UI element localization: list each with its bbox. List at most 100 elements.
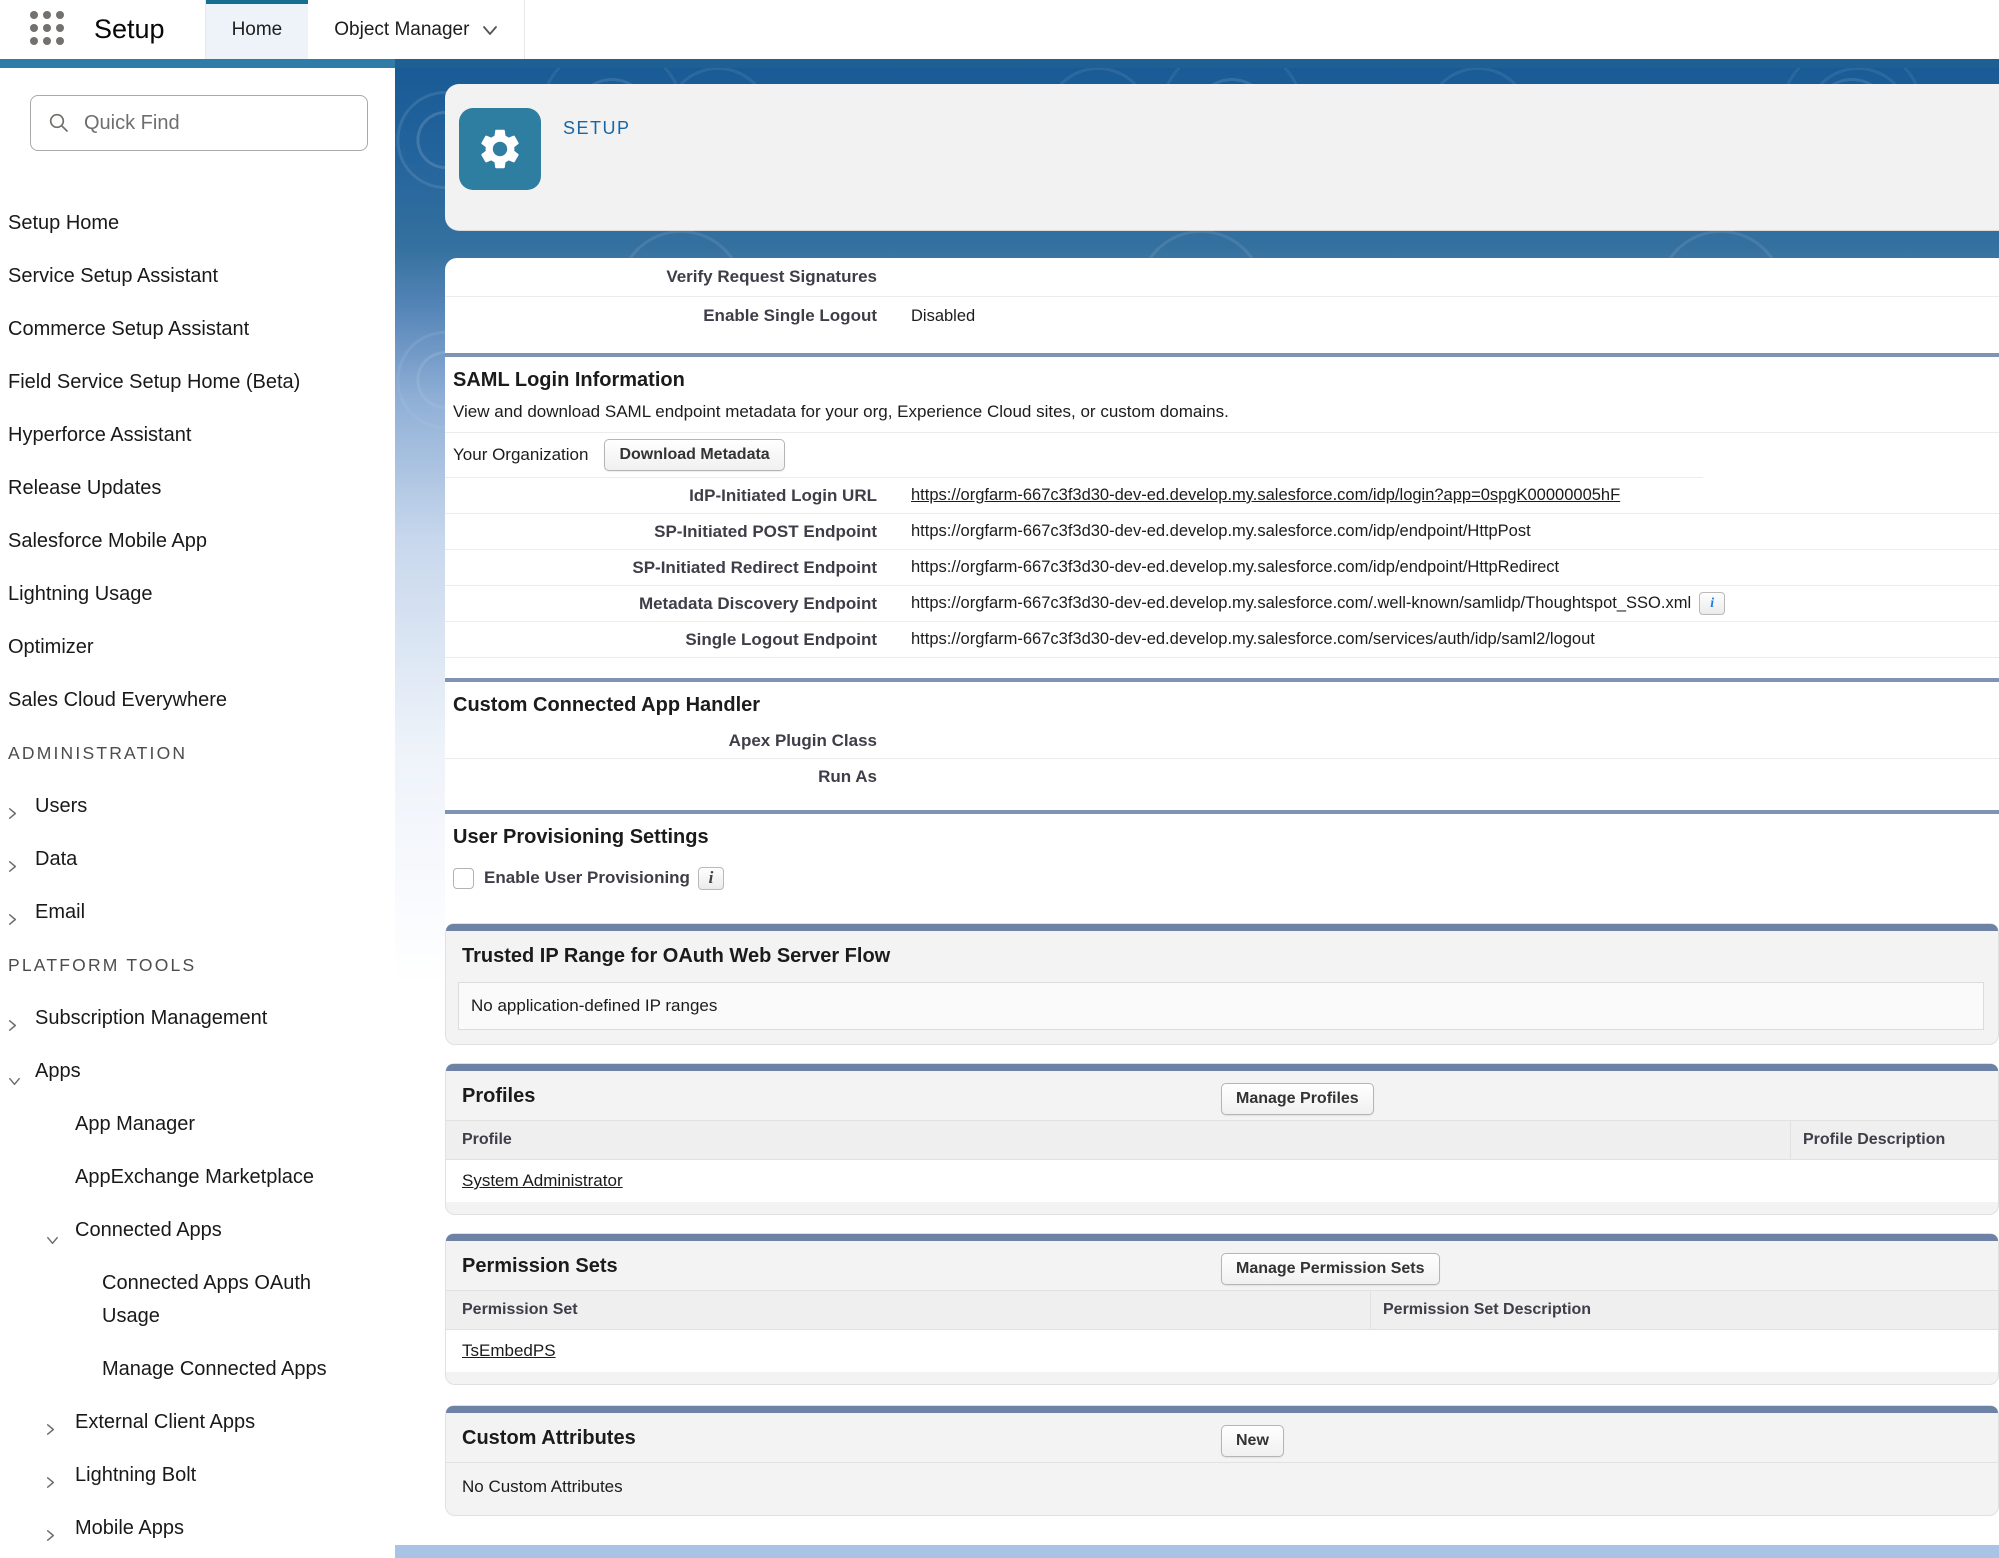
enable-user-provisioning-checkbox[interactable] [453, 868, 474, 889]
sidebar-item[interactable]: Release Updates [0, 472, 395, 505]
endpoint-url[interactable]: https://orgfarm-667c3f3d30-dev-ed.develo… [911, 594, 1691, 613]
sidebar-item[interactable]: Users [0, 790, 395, 823]
saml-endpoint-table: IdP-Initiated Login URL https://orgfarm-… [445, 478, 1999, 658]
sidebar-item-label: Connected Apps [75, 1219, 222, 1241]
your-organization-row: Your Organization Download Metadata [453, 433, 1999, 477]
sidebar-item-label: Commerce Setup Assistant [8, 318, 249, 340]
sidebar-item-label: Lightning Bolt [75, 1464, 196, 1486]
sidebar-item[interactable]: Setup Home [0, 207, 395, 240]
manage-profiles-button[interactable]: Manage Profiles [1221, 1083, 1374, 1115]
sidebar-item-label: Sales Cloud Everywhere [8, 689, 227, 711]
sidebar-item-label: PLATFORM TOOLS [8, 955, 196, 975]
sidebar-item-label: Service Setup Assistant [8, 265, 218, 287]
header-accent-strip [0, 59, 1999, 68]
sidebar-item[interactable]: Lightning Usage [0, 578, 395, 611]
sidebar-item[interactable]: External Client Apps [0, 1406, 395, 1439]
sidebar-item[interactable]: Field Service Setup Home (Beta) [0, 366, 395, 399]
sidebar-item-label: Lightning Usage [8, 583, 153, 605]
manage-permission-sets-button[interactable]: Manage Permission Sets [1221, 1253, 1440, 1285]
sidebar-item-label: Apps [35, 1060, 81, 1082]
sidebar-item[interactable]: Sales Cloud Everywhere [0, 684, 395, 717]
custom-attributes-empty-text: No Custom Attributes [446, 1462, 1998, 1515]
table-row: System Administrator [446, 1160, 1998, 1202]
sidebar-item-label: Release Updates [8, 477, 161, 499]
sidebar-item[interactable]: Data [0, 843, 395, 876]
sidebar-section-header: PLATFORM TOOLS [0, 949, 395, 982]
sidebar-item[interactable]: Connected Apps [0, 1214, 395, 1247]
sidebar-item-label: Optimizer [8, 636, 94, 658]
sso-settings-rows: Verify Request Signatures Enable Single … [445, 258, 1999, 335]
saml-endpoint-row: SP-Initiated POST Endpoint https://orgfa… [445, 514, 1999, 550]
endpoint-url[interactable]: https://orgfarm-667c3f3d30-dev-ed.develo… [911, 522, 1531, 541]
sidebar-item-label: AppExchange Marketplace [75, 1166, 314, 1188]
search-icon [48, 112, 70, 134]
app-launcher-icon[interactable] [30, 11, 68, 49]
sidebar-item[interactable]: Lightning Bolt [0, 1459, 395, 1492]
sidebar-item[interactable]: App Manager [0, 1108, 395, 1141]
trusted-ip-card: Trusted IP Range for OAuth Web Server Fl… [445, 923, 1999, 1045]
sidebar-item-label: App Manager [75, 1113, 195, 1135]
section-divider [445, 810, 1999, 814]
sidebar-item[interactable]: Mobile Apps [0, 1512, 395, 1545]
saml-endpoint-row: Metadata Discovery Endpoint https://orgf… [445, 586, 1999, 622]
sidebar-item-label: Email [35, 901, 85, 923]
your-organization-label: Your Organization [453, 445, 588, 465]
setup-content: SETUP Verify Request Signatures Enable S… [395, 68, 1999, 1558]
tab-object-manager[interactable]: Object Manager [308, 0, 524, 59]
tab-home[interactable]: Home [206, 0, 309, 59]
handler-section-title: Custom Connected App Handler [453, 694, 1999, 717]
sidebar-item[interactable]: Hyperforce Assistant [0, 419, 395, 452]
column-header: Permission Set [446, 1291, 1371, 1329]
chevron-right-icon [5, 852, 20, 885]
setup-gear-icon [459, 108, 541, 190]
chevron-right-icon [5, 905, 20, 938]
saml-endpoint-row: IdP-Initiated Login URL https://orgfarm-… [445, 478, 1999, 514]
field-label: Apex Plugin Class [445, 731, 877, 751]
record-link[interactable]: TsEmbedPS [446, 1341, 1371, 1361]
sidebar-item-label: Setup Home [8, 212, 119, 234]
endpoint-url[interactable]: https://orgfarm-667c3f3d30-dev-ed.develo… [911, 486, 1620, 505]
card-top-accent [446, 1234, 1998, 1241]
endpoint-url[interactable]: https://orgfarm-667c3f3d30-dev-ed.develo… [911, 558, 1559, 577]
quick-find-box[interactable] [30, 95, 368, 151]
chevron-right-icon [43, 1415, 58, 1448]
settings-panel: Verify Request Signatures Enable Single … [445, 258, 1999, 1545]
chevron-right-icon [43, 1521, 58, 1554]
column-header: Permission Set Description [1371, 1301, 1591, 1319]
sidebar-item[interactable]: Manage Connected Apps [0, 1353, 395, 1386]
chevron-right-icon [43, 1468, 58, 1501]
saml-section-description: View and download SAML endpoint metadata… [453, 402, 1999, 422]
sidebar-item[interactable]: Commerce Setup Assistant [0, 313, 395, 346]
quick-find-input[interactable] [82, 111, 367, 136]
permission-sets-table-header: Permission Set Permission Set Descriptio… [446, 1290, 1998, 1330]
permission-sets-table-rows: TsEmbedPS [446, 1330, 1998, 1372]
sidebar-item[interactable]: Email [0, 896, 395, 929]
enable-user-provisioning-label: Enable User Provisioning [484, 868, 690, 888]
column-header: Profile Description [1791, 1131, 1945, 1149]
page-header-card: SETUP [445, 84, 1999, 231]
info-icon[interactable]: i [1699, 592, 1725, 615]
sidebar-item[interactable]: Salesforce Mobile App [0, 525, 395, 558]
setup-sidebar: Setup Home Service Setup Assistant Comme… [0, 68, 395, 1558]
chevron-right-icon [5, 799, 20, 832]
sidebar-item[interactable]: AppExchange Marketplace [0, 1161, 395, 1194]
field-label: SP-Initiated Redirect Endpoint [445, 558, 877, 578]
sidebar-item-label: ADMINISTRATION [8, 743, 187, 763]
sidebar-item[interactable]: Apps [0, 1055, 395, 1088]
sidebar-item[interactable]: Subscription Management [0, 1002, 395, 1035]
sidebar-item[interactable]: Service Setup Assistant [0, 260, 395, 293]
trusted-ip-empty-text: No application-defined IP ranges [471, 996, 717, 1016]
custom-attributes-card: Custom Attributes New No Custom Attribut… [445, 1405, 1999, 1516]
endpoint-url[interactable]: https://orgfarm-667c3f3d30-dev-ed.develo… [911, 630, 1595, 649]
profiles-table-rows: System Administrator [446, 1160, 1998, 1202]
info-icon[interactable]: i [698, 867, 724, 890]
new-custom-attribute-button[interactable]: New [1221, 1425, 1284, 1457]
sidebar-item[interactable]: Optimizer [0, 631, 395, 664]
section-divider [445, 353, 1999, 357]
bottom-scroll-band[interactable] [395, 1545, 1999, 1558]
download-metadata-button[interactable]: Download Metadata [604, 439, 784, 471]
sidebar-item[interactable]: Connected Apps OAuth Usage [0, 1267, 395, 1333]
profiles-table-header: Profile Profile Description [446, 1120, 1998, 1160]
sidebar-item-label: Data [35, 848, 77, 870]
record-link[interactable]: System Administrator [446, 1171, 1791, 1191]
